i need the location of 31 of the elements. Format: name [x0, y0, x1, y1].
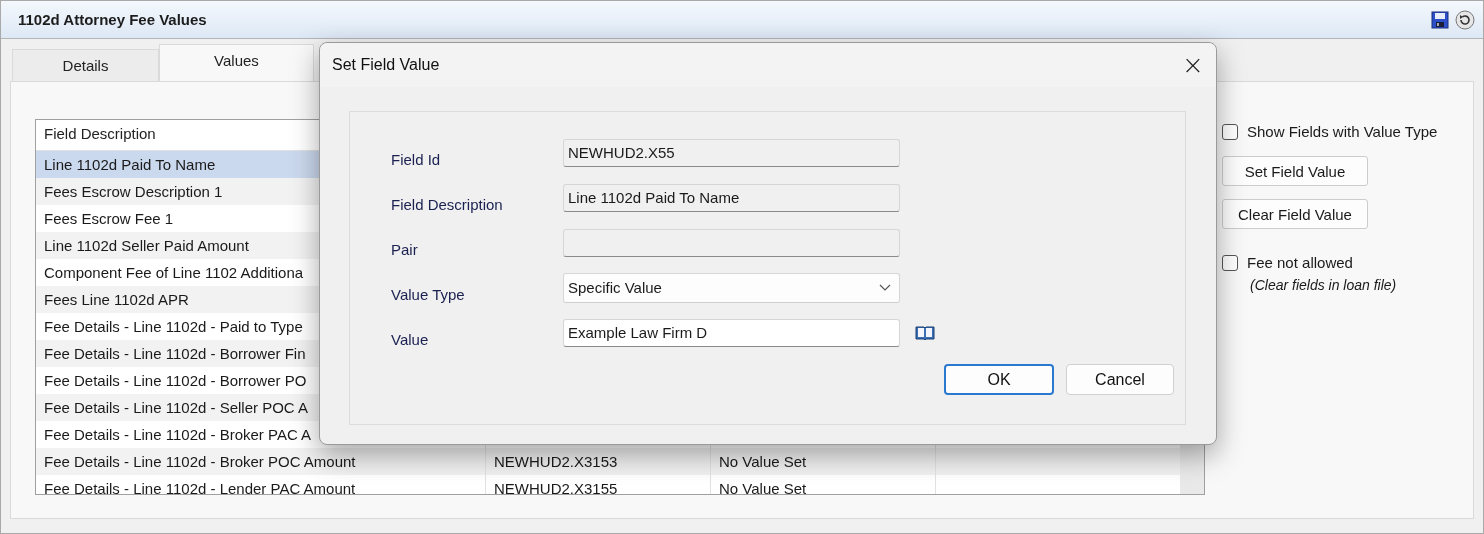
chevron-icon — [879, 284, 891, 292]
table-row[interactable]: Fee Details - Line 1102d - Broker POC Amount NEWHUD2.X3153 No Value Set — [36, 448, 1181, 475]
dialog-button[interactable]: Cancel — [1066, 364, 1174, 395]
checkbox[interactable] — [1222, 254, 1238, 271]
dropdown[interactable]: Specific Value — [563, 273, 900, 303]
checkbox-label: Fee not allowed — [1247, 254, 1353, 271]
field-label: Field Id — [391, 149, 442, 168]
book-icon[interactable] — [915, 325, 935, 341]
field-label: Pair — [391, 239, 419, 258]
table-cell: No Value Set — [711, 475, 936, 494]
dialog-button[interactable]: OK — [944, 364, 1054, 395]
window-title: 1102d Attorney Fee Values — [18, 11, 207, 28]
checkbox[interactable] — [1222, 123, 1238, 140]
action-button[interactable]: Clear Field Value — [1222, 199, 1368, 229]
checkbox-label: Show Fields with Value Type — [1247, 123, 1438, 140]
tab[interactable]: Values — [159, 44, 314, 81]
input-field[interactable]: Line 1102d Paid To Name — [563, 184, 900, 212]
tab[interactable]: Details — [12, 49, 159, 81]
table-cell: Fee Details - Line 1102d - Lender PAC Amount — [36, 475, 486, 494]
save-icon[interactable] — [1431, 10, 1449, 29]
close-button[interactable]: × — [1170, 43, 1216, 87]
refresh-icon[interactable] — [1455, 9, 1475, 30]
dialog-title: Set Field Value — [332, 56, 440, 74]
column-header: Field Description — [43, 124, 157, 144]
note-text: (Clear fields in loan file) — [1250, 277, 1397, 293]
field-label: Value Type — [391, 284, 466, 303]
action-button[interactable]: Set Field Value — [1222, 156, 1368, 186]
table-cell: NEWHUD2.X3155 — [486, 475, 711, 494]
input-field[interactable]: NEWHUD2.X55 — [563, 139, 900, 167]
input-field[interactable] — [563, 229, 900, 257]
input-field[interactable]: Example Law Firm D — [563, 319, 900, 347]
